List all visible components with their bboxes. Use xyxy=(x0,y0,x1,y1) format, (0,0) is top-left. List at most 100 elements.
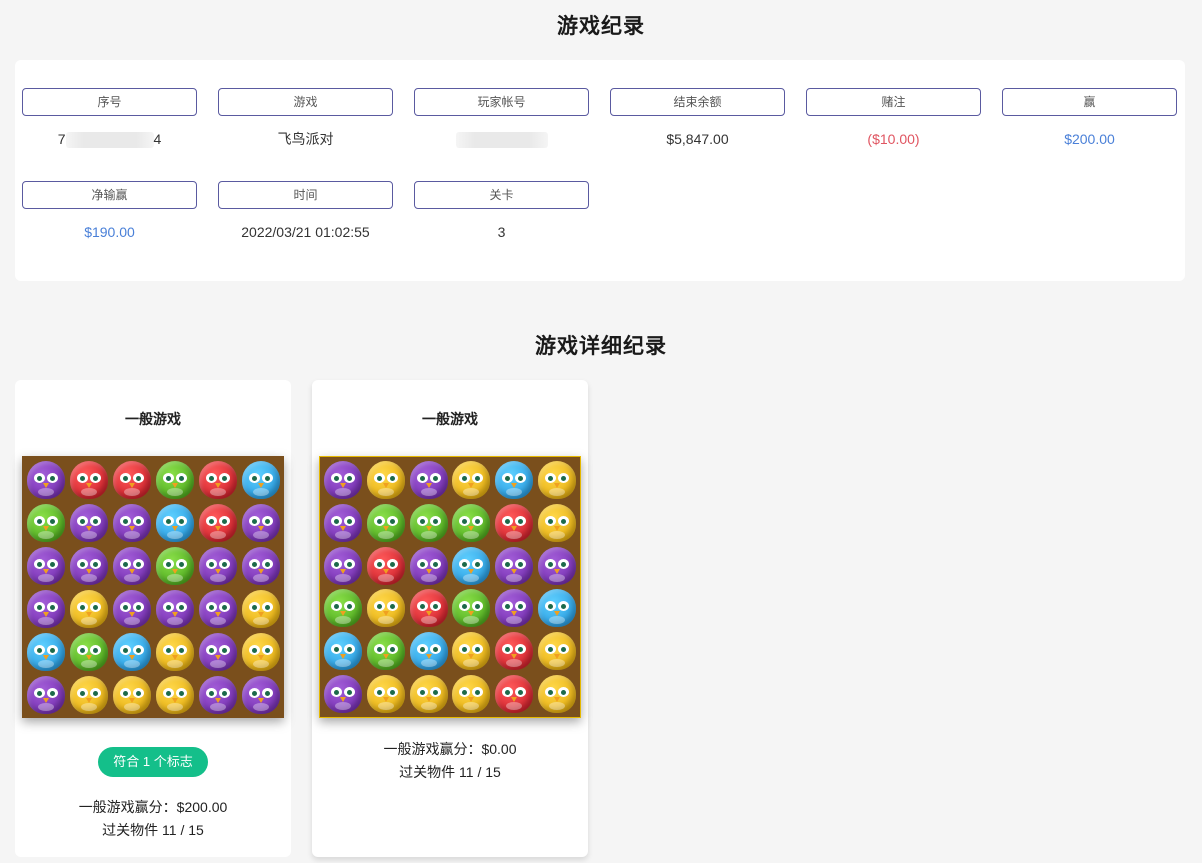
purple-bird-icon xyxy=(198,675,237,714)
purple-bird-icon xyxy=(112,589,151,628)
red-bird-icon xyxy=(112,460,151,499)
purple-bird-icon xyxy=(409,461,448,500)
green-bird-icon xyxy=(366,631,405,670)
yellow-bird-icon xyxy=(366,674,405,713)
field-label-time: 时间 xyxy=(218,181,393,209)
purple-bird-icon xyxy=(198,632,237,671)
win-score: 一般游戏赢分：$0.00 xyxy=(383,741,517,757)
yellow-bird-icon xyxy=(537,461,576,500)
blue-bird-icon xyxy=(452,546,491,585)
field-net: 净输赢 $190.00 xyxy=(22,181,197,241)
yellow-bird-icon xyxy=(452,631,491,670)
green-bird-icon xyxy=(69,632,108,671)
purple-bird-icon xyxy=(241,675,280,714)
purple-bird-icon xyxy=(241,546,280,585)
field-bet: 赌注 ($10.00) xyxy=(806,88,981,148)
yellow-bird-icon xyxy=(241,632,280,671)
serial-head: 7 xyxy=(57,131,66,147)
red-bird-icon xyxy=(366,546,405,585)
purple-bird-icon xyxy=(198,589,237,628)
blue-bird-icon xyxy=(324,631,363,670)
masked-serial xyxy=(65,132,154,149)
field-label-win: 赢 xyxy=(1002,88,1177,116)
yellow-bird-icon xyxy=(537,503,576,542)
field-value-account xyxy=(414,130,589,149)
field-label-serial: 序号 xyxy=(22,88,197,116)
masked-account xyxy=(455,132,548,149)
red-bird-icon xyxy=(494,674,533,713)
yellow-bird-icon xyxy=(69,589,108,628)
purple-bird-icon xyxy=(26,546,65,585)
yellow-bird-icon xyxy=(537,674,576,713)
blue-bird-icon xyxy=(241,460,280,499)
purple-bird-icon xyxy=(69,546,108,585)
purple-bird-icon xyxy=(26,460,65,499)
purple-bird-icon xyxy=(324,546,363,585)
purple-bird-icon xyxy=(324,674,363,713)
field-win: 赢 $200.00 xyxy=(1002,88,1177,148)
purple-bird-icon xyxy=(537,546,576,585)
field-time: 时间 2022/03/21 01:02:55 xyxy=(218,181,393,241)
blue-bird-icon xyxy=(155,503,194,542)
red-bird-icon xyxy=(494,503,533,542)
summary-card: 序号 7 4 游戏 飞鸟派对 玩家帐号 结束余额 $5,847.00 赌注 ($1… xyxy=(15,60,1185,281)
field-value-time: 2022/03/21 01:02:55 xyxy=(241,224,370,240)
blue-bird-icon xyxy=(26,632,65,671)
field-label-level: 关卡 xyxy=(414,181,589,209)
purple-bird-icon xyxy=(198,546,237,585)
yellow-bird-icon xyxy=(241,589,280,628)
field-account: 玩家帐号 xyxy=(414,88,589,149)
field-value-bet: ($10.00) xyxy=(867,131,920,147)
yellow-bird-icon xyxy=(112,675,151,714)
field-label-game: 游戏 xyxy=(218,88,393,116)
green-bird-icon xyxy=(155,546,194,585)
purple-bird-icon xyxy=(241,503,280,542)
field-level: 关卡 3 xyxy=(414,181,589,241)
purple-bird-icon xyxy=(324,461,363,500)
green-bird-icon xyxy=(409,503,448,542)
detail-section-title: 游戏详细纪录 xyxy=(535,335,667,358)
green-bird-icon xyxy=(366,503,405,542)
detail-card-1: 一般游戏 符合 1 个标志 一般游戏赢分：$200.00 过关物件 11 / 1… xyxy=(15,380,291,857)
purple-bird-icon xyxy=(155,589,194,628)
purple-bird-icon xyxy=(26,589,65,628)
purple-bird-icon xyxy=(112,503,151,542)
red-bird-icon xyxy=(69,460,108,499)
yellow-bird-icon xyxy=(409,674,448,713)
field-label-end-balance: 结束余额 xyxy=(610,88,785,116)
yellow-bird-icon xyxy=(452,461,491,500)
purple-bird-icon xyxy=(324,503,363,542)
match-badge: 符合 1 个标志 xyxy=(98,747,208,777)
detail-card-title: 一般游戏 xyxy=(422,411,478,427)
field-serial: 序号 7 4 xyxy=(22,88,197,149)
green-bird-icon xyxy=(26,503,65,542)
purple-bird-icon xyxy=(409,546,448,585)
yellow-bird-icon xyxy=(366,461,405,500)
green-bird-icon xyxy=(155,460,194,499)
page-title: 游戏纪录 xyxy=(557,15,645,38)
purple-bird-icon xyxy=(112,546,151,585)
field-label-bet: 赌注 xyxy=(806,88,981,116)
blue-bird-icon xyxy=(409,631,448,670)
yellow-bird-icon xyxy=(537,631,576,670)
serial-tail: 4 xyxy=(153,131,162,147)
field-label-net: 净输赢 xyxy=(22,181,197,209)
yellow-bird-icon xyxy=(155,632,194,671)
game-board xyxy=(22,456,284,718)
blue-bird-icon xyxy=(494,461,533,500)
yellow-bird-icon xyxy=(69,675,108,714)
yellow-bird-icon xyxy=(155,675,194,714)
blue-bird-icon xyxy=(112,632,151,671)
red-bird-icon xyxy=(198,503,237,542)
red-bird-icon xyxy=(409,589,448,628)
game-board xyxy=(319,456,581,718)
field-end-balance: 结束余额 $5,847.00 xyxy=(610,88,785,148)
purple-bird-icon xyxy=(26,675,65,714)
red-bird-icon xyxy=(494,631,533,670)
blue-bird-icon xyxy=(537,589,576,628)
field-value-game: 飞鸟派对 xyxy=(277,131,334,147)
field-game: 游戏 飞鸟派对 xyxy=(218,88,393,148)
green-bird-icon xyxy=(324,589,363,628)
field-value-net: $190.00 xyxy=(84,224,135,240)
yellow-bird-icon xyxy=(452,674,491,713)
